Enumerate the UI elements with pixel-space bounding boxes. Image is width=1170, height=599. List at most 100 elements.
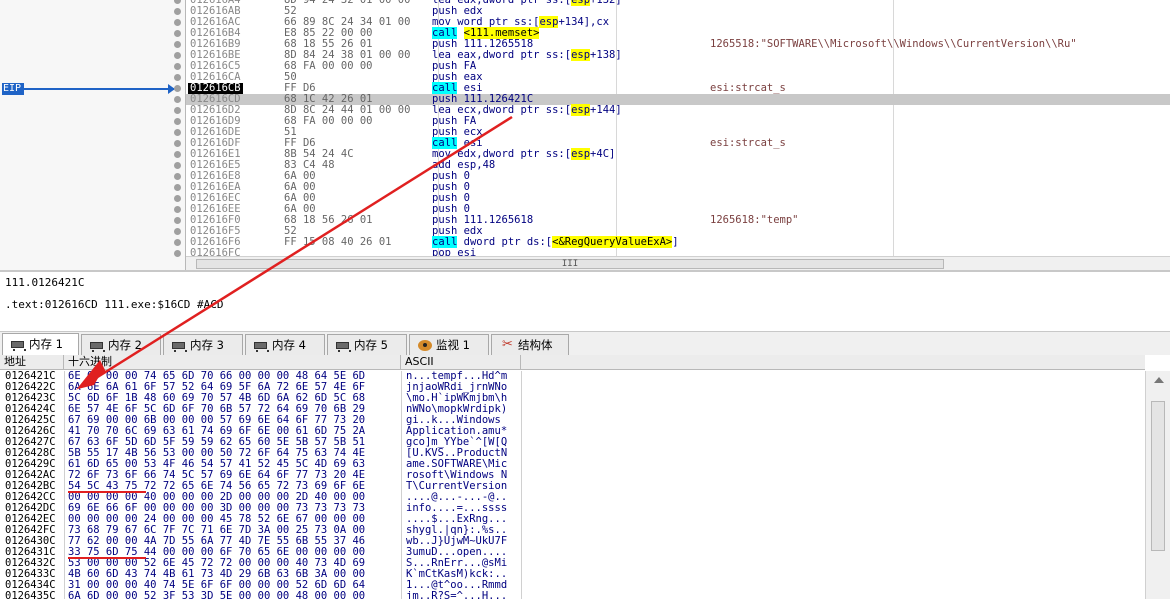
breakpoint-dot[interactable] xyxy=(174,140,181,147)
breakpoint-dot[interactable] xyxy=(174,173,181,180)
tab-1[interactable]: 内存 1 xyxy=(2,333,79,356)
breakpoint-dot[interactable] xyxy=(174,107,181,114)
breakpoint-dot[interactable] xyxy=(174,96,181,103)
disasm-row[interactable]: 012616F0 68 18 56 26 01 push 111.1265618 12… xyxy=(186,215,1170,226)
breakpoint-dot[interactable] xyxy=(174,118,181,125)
info-section: .text:012616CD 111.exe:$16CD #ACD xyxy=(5,298,224,311)
breakpoint-dot[interactable] xyxy=(174,129,181,136)
annotation-underline xyxy=(68,557,146,559)
struct-icon: ✂ xyxy=(502,337,513,352)
disassembly-gutter: EIP xyxy=(0,0,186,270)
disasm-row[interactable]: 012616CA 50 push eax xyxy=(186,72,1170,83)
info-address: 111.0126421C xyxy=(5,276,85,289)
breakpoint-dot[interactable] xyxy=(174,239,181,246)
tab-label: 内存 5 xyxy=(354,338,388,352)
scroll-up-icon[interactable] xyxy=(1154,377,1164,383)
instruction-part: +4C] xyxy=(590,148,616,160)
tab-5[interactable]: 内存 5 xyxy=(327,334,407,355)
breakpoint-dot[interactable] xyxy=(174,30,181,37)
dump-ascii[interactable]: jm..R?S=^...H... xyxy=(406,591,507,599)
tab-2[interactable]: 内存 2 xyxy=(81,334,161,355)
dump-tabs: 内存 1 内存 2 内存 3 内存 4 内存 5 监视 1 ✂ 结构体 xyxy=(0,331,1170,356)
dump-vscrollbar[interactable] xyxy=(1145,371,1170,599)
instruction-part: esp xyxy=(571,148,591,160)
tab-4[interactable]: 内存 4 xyxy=(245,334,325,355)
header-hex[interactable]: 十六进制 xyxy=(64,355,401,370)
disasm-row[interactable]: 012616F6 FF 15 08 40 26 01 call dword ptr … xyxy=(186,236,1170,248)
instruction-part: +144] xyxy=(590,104,622,116)
disasm-comment: 1265518:"SOFTWARE\\Microsoft\\Windows\\C… xyxy=(710,38,1077,50)
dump-rows[interactable]: 0126421C 6E 00 00 00 74 65 6D 70 66 00 00… xyxy=(0,371,1145,599)
tab-label: 内存 2 xyxy=(108,338,142,352)
disasm-row[interactable]: 012616EA 6A 00 push 0 xyxy=(186,182,1170,193)
tab-label: 内存 3 xyxy=(190,338,224,352)
tab-label: 内存 1 xyxy=(29,337,63,351)
breakpoint-dot[interactable] xyxy=(174,41,181,48)
disasm-bytes: 68 18 56 26 01 xyxy=(284,214,373,226)
disasm-bytes: FF 15 08 40 26 01 xyxy=(284,236,392,248)
breakpoint-dots[interactable] xyxy=(172,0,184,257)
memory-chip-icon xyxy=(335,339,351,352)
breakpoint-dot[interactable] xyxy=(174,250,181,257)
breakpoint-dot[interactable] xyxy=(174,74,181,81)
breakpoint-dot[interactable] xyxy=(174,195,181,202)
dump-hex[interactable]: 6A 6D 00 00 52 3F 53 3D 5E 00 00 00 48 0… xyxy=(68,591,365,599)
disasm-row[interactable]: 012616EC 6A 00 push 0 xyxy=(186,193,1170,204)
instruction-part: esp xyxy=(539,16,559,28)
memory-chip-icon xyxy=(253,339,269,352)
breakpoint-dot[interactable] xyxy=(174,8,181,15)
disasm-comment: esi:strcat_s xyxy=(710,82,786,94)
hscroll-thumb[interactable]: III xyxy=(196,259,944,269)
disasm-comment: esi:strcat_s xyxy=(710,137,786,149)
header-address[interactable]: 地址 xyxy=(0,355,64,370)
disassembly-hscrollbar[interactable]: III xyxy=(186,256,1170,270)
tab-6[interactable]: 监视 1 xyxy=(409,334,489,355)
instruction-part: esp xyxy=(571,49,591,61)
info-pane: 111.0126421C .text:012616CD 111.exe:$16C… xyxy=(0,270,1170,328)
disasm-row[interactable]: 012616C5 68 FA 00 00 00 push FA xyxy=(186,61,1170,72)
disasm-row[interactable]: 012616DE 51 push ecx xyxy=(186,127,1170,138)
breakpoint-dot[interactable] xyxy=(174,0,181,4)
breakpoint-dot[interactable] xyxy=(174,217,181,224)
dump-row[interactable]: 0126435C 6A 6D 00 00 52 3F 53 3D 5E 00 00… xyxy=(0,591,1145,599)
breakpoint-dot[interactable] xyxy=(174,184,181,191)
instruction-part: ] xyxy=(672,236,679,248)
breakpoint-dot[interactable] xyxy=(174,52,181,59)
breakpoint-dot[interactable] xyxy=(174,151,181,158)
instruction-part: +138] xyxy=(590,49,622,61)
dump-address: 0126435C xyxy=(5,590,56,599)
annotation-underline xyxy=(68,491,146,493)
tab-label: 内存 4 xyxy=(272,338,306,352)
disasm-row[interactable]: 012616E5 83 C4 48 add esp,48 xyxy=(186,160,1170,171)
disasm-comment: 1265618:"temp" xyxy=(710,214,799,226)
instruction-part: <&RegQueryValueExA> xyxy=(552,236,673,248)
breakpoint-dot[interactable] xyxy=(174,206,181,213)
eip-label: EIP xyxy=(2,83,24,95)
instruction-part: +134],cx xyxy=(558,16,610,28)
disasm-bytes: 68 FA 00 00 00 xyxy=(284,60,373,72)
tab-3[interactable]: 内存 3 xyxy=(163,334,243,355)
memory-dump-pane[interactable]: 地址 十六进制 ASCII 0126421C 6E 00 00 00 74 65 … xyxy=(0,355,1170,599)
disasm-row[interactable]: 012616D9 68 FA 00 00 00 push FA xyxy=(186,116,1170,127)
disassembly-rows[interactable]: 012616A4 8D 94 24 32 01 00 00 lea edx,dwor… xyxy=(186,0,1170,259)
eip-arrow xyxy=(24,88,174,90)
header-ascii[interactable]: ASCII xyxy=(401,355,521,370)
memory-chip-icon xyxy=(171,339,187,352)
disasm-bytes: 68 FA 00 00 00 xyxy=(284,115,373,127)
disasm-row[interactable]: 012616E8 6A 00 push 0 xyxy=(186,171,1170,182)
breakpoint-dot[interactable] xyxy=(174,162,181,169)
breakpoint-dot[interactable] xyxy=(174,228,181,235)
breakpoint-dot[interactable] xyxy=(174,19,181,26)
dump-header: 地址 十六进制 ASCII xyxy=(0,355,1145,370)
tab-label: 监视 1 xyxy=(436,338,470,352)
tab-7[interactable]: ✂ 结构体 xyxy=(491,334,569,355)
watch-eye-icon xyxy=(417,339,432,351)
breakpoint-dot[interactable] xyxy=(174,63,181,70)
tab-label: 结构体 xyxy=(518,338,553,352)
disassembly-pane[interactable]: EIP 012616A4 8D 94 24 32 01 00 00 lea edx,… xyxy=(0,0,1170,270)
memory-chip-icon xyxy=(10,338,26,351)
instruction-part: esp xyxy=(571,104,591,116)
breakpoint-dot[interactable] xyxy=(174,85,181,92)
vscroll-thumb[interactable] xyxy=(1151,401,1165,551)
memory-chip-icon xyxy=(89,339,105,352)
